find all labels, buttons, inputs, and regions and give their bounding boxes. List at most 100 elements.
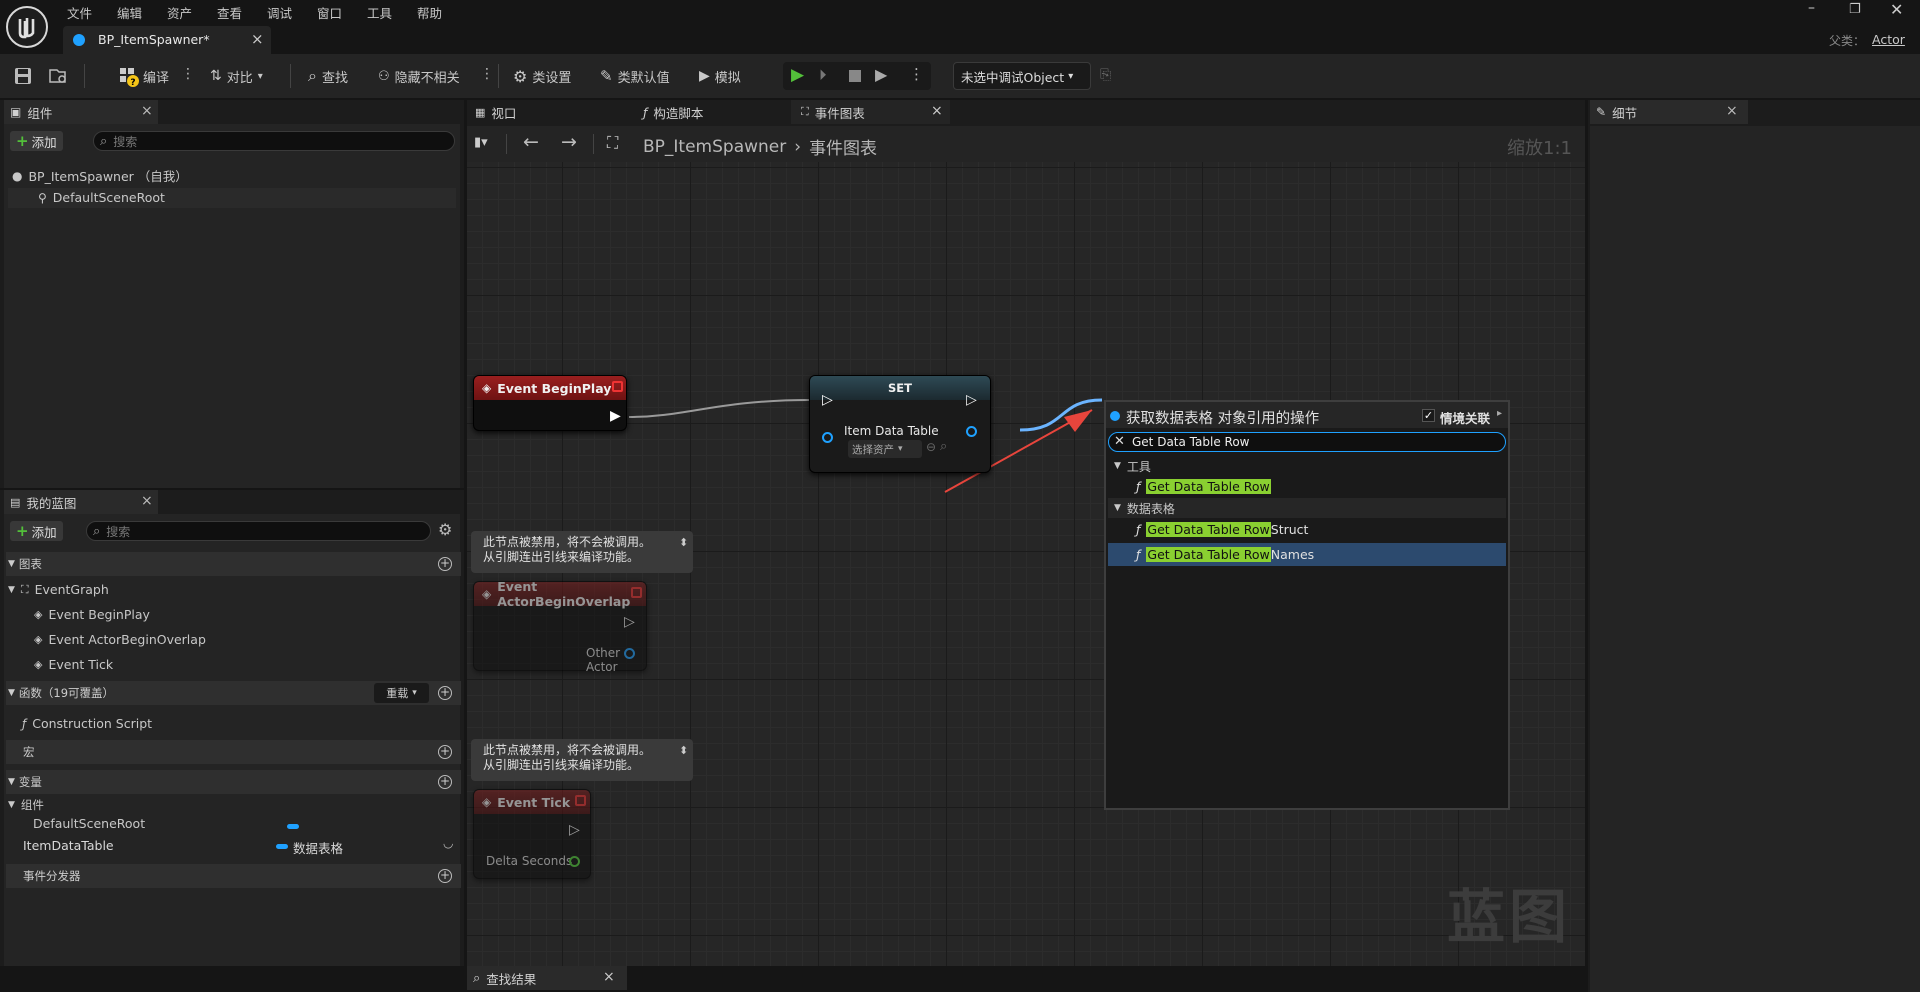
play-options-icon[interactable]: ⋮ (909, 65, 924, 83)
object-out-pin[interactable] (624, 648, 635, 659)
details-tab[interactable]: ✎ 细节 (1590, 100, 1748, 124)
delegate-pin-icon[interactable] (575, 795, 586, 806)
menu-asset[interactable]: 资产 (167, 3, 192, 22)
event-item[interactable]: ◈ Event BeginPlay (34, 607, 150, 622)
debug-filter-icon[interactable]: ⎘ (1100, 67, 1111, 83)
context-sensitive-checkbox[interactable]: ✓ (1422, 409, 1435, 422)
exec-out-pin[interactable]: ▶ (610, 408, 621, 424)
dispatchers-section-header[interactable]: 事件分发器 + (6, 864, 461, 888)
close-icon[interactable]: × (1726, 103, 1738, 119)
settings-gear-icon[interactable]: ⚙ (438, 520, 452, 539)
object-out-pin[interactable] (966, 426, 977, 437)
add-macro-icon[interactable]: + (438, 745, 452, 759)
pin-comment-icon[interactable]: ⬍ (679, 743, 688, 758)
event-item[interactable]: ◈ Event ActorBeginOverlap (34, 632, 206, 647)
action-search-input[interactable]: ✕ Get Data Table Row (1108, 432, 1506, 452)
asset-picker[interactable]: 选择资产 ▾ (848, 440, 922, 458)
tab-viewport[interactable]: ▦ 视口 (469, 100, 621, 124)
close-window-icon[interactable]: ✕ (1890, 0, 1903, 19)
diff-button[interactable]: ⇅ 对比 ▾ (210, 54, 263, 98)
close-icon[interactable]: × (141, 103, 153, 119)
action-result-item[interactable]: ƒ Get Data Table Row (1108, 475, 1506, 498)
menu-help[interactable]: 帮助 (417, 3, 442, 22)
close-icon[interactable]: × (251, 30, 264, 48)
category-data-table[interactable]: ▼ 数据表格 (1108, 498, 1506, 518)
add-variable-icon[interactable]: + (438, 775, 452, 789)
chevron-right-icon[interactable]: ▸ (1497, 408, 1502, 419)
browse-icon[interactable] (48, 67, 68, 85)
menu-window[interactable]: 窗口 (317, 3, 342, 22)
delegate-pin-icon[interactable] (612, 381, 623, 392)
menu-edit[interactable]: 编辑 (117, 3, 142, 22)
variable-item[interactable]: DefaultSceneRoot (33, 816, 145, 831)
stop-icon[interactable] (849, 70, 861, 82)
float-out-pin[interactable] (569, 856, 580, 867)
add-graph-icon[interactable]: + (438, 557, 452, 571)
pin-comment-icon[interactable]: ⬍ (679, 535, 688, 550)
menu-file[interactable]: 文件 (67, 3, 92, 22)
close-icon[interactable]: × (931, 103, 943, 119)
compile-button[interactable]: ? 编译 (118, 54, 169, 98)
add-dispatcher-icon[interactable]: + (438, 869, 452, 883)
variable-row-selected[interactable]: ItemDataTable 数据表格 ◡ (6, 836, 461, 856)
menu-tools[interactable]: 工具 (367, 3, 392, 22)
close-icon[interactable]: × (603, 969, 615, 985)
my-blueprint-search-input[interactable]: ⌕ 搜索 (86, 521, 431, 541)
event-tick-node[interactable]: ◈ Event Tick ▷ Delta Seconds (473, 789, 591, 879)
category-tools[interactable]: ▼ 工具 (1108, 456, 1506, 476)
class-settings-button[interactable]: ⚙ 类设置 (513, 54, 571, 98)
eject-icon[interactable]: ▶ (875, 65, 887, 84)
step-icon[interactable]: ⏵ (819, 66, 827, 84)
tab-event-graph[interactable]: ⛶ 事件图表 × (791, 100, 950, 124)
use-asset-icon[interactable]: ⊖ (926, 440, 936, 454)
macros-section-header[interactable]: 宏 + (6, 740, 461, 764)
close-icon[interactable]: × (141, 493, 153, 509)
components-tab[interactable]: ▣ 组件 (4, 100, 158, 124)
tab-construction-script[interactable]: ƒ 构造脚本 (625, 100, 777, 124)
debug-object-select[interactable]: 未选中调试Object ▾ (953, 62, 1091, 90)
exec-out-pin[interactable]: ▷ (624, 614, 635, 630)
action-result-item-selected[interactable]: ƒ Get Data Table Row Names (1108, 543, 1506, 566)
breadcrumb-graph[interactable]: 事件图表 (809, 134, 877, 159)
hide-unrelated-button[interactable]: ⚇ 隐藏不相关 (378, 54, 460, 98)
exec-out-pin[interactable]: ▷ (569, 822, 580, 838)
set-variable-node[interactable]: SET ▷ ▷ Item Data Table 选择资产 ▾ ⊖ ⌕ (809, 375, 991, 473)
variables-section-header[interactable]: ▼ 变量 + (6, 770, 461, 794)
my-blueprint-tab[interactable]: ▤ 我的蓝图 (4, 490, 158, 514)
override-dropdown[interactable]: 重载 ▾ (374, 683, 429, 703)
component-child-row[interactable]: ⚲ DefaultSceneRoot (8, 188, 456, 208)
add-component-button[interactable]: + 添加 (10, 131, 63, 151)
menu-view[interactable]: 查看 (217, 3, 242, 22)
event-beginplay-node[interactable]: ◈ Event BeginPlay ▶ (473, 375, 627, 431)
component-root-item[interactable]: ● BP_ItemSpawner （自我） (12, 166, 188, 185)
components-search-input[interactable]: ⌕ 搜索 (93, 131, 455, 151)
eye-closed-icon[interactable]: ◡ (443, 836, 453, 850)
bookmark-icon[interactable]: ▮▾ (474, 135, 488, 150)
functions-section-header[interactable]: ▼ 函数（19可覆盖） 重载 ▾ + (6, 681, 461, 705)
document-tab[interactable]: BP_ItemSpawner* × (63, 26, 271, 54)
browse-asset-icon[interactable]: ⌕ (940, 439, 947, 454)
event-graph-item[interactable]: ▼ ⛶ EventGraph (8, 582, 109, 597)
hide-options-icon[interactable]: ⋮ (480, 66, 494, 82)
save-icon[interactable] (14, 67, 32, 85)
parent-class-link[interactable]: Actor (1872, 32, 1905, 47)
menu-debug[interactable]: 调试 (267, 3, 292, 22)
object-in-pin[interactable] (822, 432, 833, 443)
exec-in-pin[interactable]: ▷ (822, 392, 833, 408)
forward-arrow-icon[interactable]: → (561, 131, 577, 153)
find-results-tab[interactable]: ⌕ 查找结果 × (467, 966, 627, 990)
class-defaults-button[interactable]: ✎ 类默认值 (600, 54, 670, 98)
construction-script-item[interactable]: ƒ Construction Script (22, 716, 152, 731)
event-item[interactable]: ◈ Event Tick (34, 657, 113, 672)
graphs-section-header[interactable]: ▼ 图表 + (6, 552, 461, 576)
back-arrow-icon[interactable]: ← (523, 131, 539, 153)
unreal-logo-icon[interactable] (5, 5, 49, 49)
event-overlap-node[interactable]: ◈ Event ActorBeginOverlap ▷ Other Actor (473, 579, 647, 674)
add-function-icon[interactable]: + (438, 686, 452, 700)
find-button[interactable]: ⌕ 查找 (308, 54, 348, 98)
play-icon[interactable]: ▶ (791, 65, 804, 85)
delegate-pin-icon[interactable] (631, 587, 642, 598)
add-member-button[interactable]: + 添加 (10, 521, 63, 541)
exec-out-pin[interactable]: ▷ (966, 392, 977, 408)
minimize-icon[interactable]: – (1808, 0, 1815, 16)
